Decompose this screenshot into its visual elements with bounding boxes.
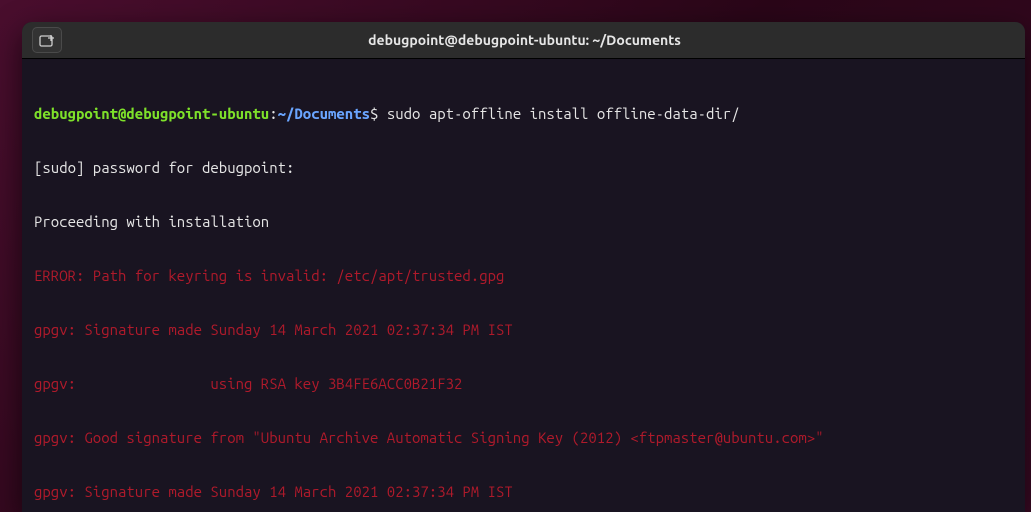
terminal-window: debugpoint@debugpoint-ubuntu: ~/Document… <box>22 22 1025 512</box>
prompt-path: ~/Documents <box>278 105 370 122</box>
prompt-command-text: sudo apt-offline install offline-data-di… <box>387 105 740 122</box>
output-line: gpgv: Signature made Sunday 14 March 202… <box>34 321 1013 339</box>
prompt-user-host: debugpoint@debugpoint-ubuntu <box>34 105 269 122</box>
output-line: gpgv: using RSA key 3B4FE6ACC0B21F32 <box>34 375 1013 393</box>
output-line: gpgv: Good signature from "Ubuntu Archiv… <box>34 429 1013 447</box>
terminal-body[interactable]: debugpoint@debugpoint-ubuntu:~/Documents… <box>22 59 1025 512</box>
new-tab-icon <box>39 33 55 47</box>
window-title: debugpoint@debugpoint-ubuntu: ~/Document… <box>62 32 1015 48</box>
output-line: [sudo] password for debugpoint: <box>34 159 1013 177</box>
output-line: Proceeding with installation <box>34 213 1013 231</box>
new-tab-button[interactable] <box>32 27 62 53</box>
output-line: ERROR: Path for keyring is invalid: /etc… <box>34 267 1013 285</box>
titlebar: debugpoint@debugpoint-ubuntu: ~/Document… <box>22 22 1025 59</box>
output-line: gpgv: Signature made Sunday 14 March 202… <box>34 483 1013 501</box>
prompt-command <box>378 105 386 122</box>
prompt-line: debugpoint@debugpoint-ubuntu:~/Documents… <box>34 105 1013 123</box>
prompt-sep: : <box>269 105 277 122</box>
